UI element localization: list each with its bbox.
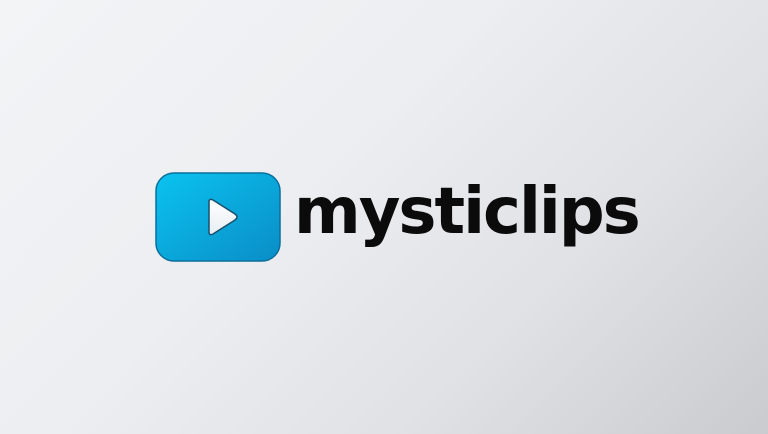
splash-screen: mysticlips — [0, 0, 768, 434]
brand-wordmark: mysticlips — [294, 175, 641, 249]
play-icon — [155, 172, 281, 262]
logo-badge — [155, 172, 281, 262]
